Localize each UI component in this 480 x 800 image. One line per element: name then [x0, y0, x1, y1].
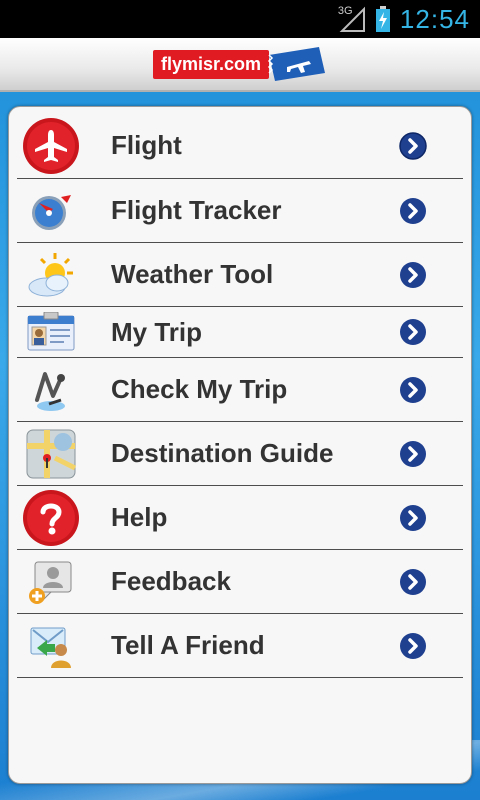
airplane-icon: [21, 116, 81, 176]
menu-item-help[interactable]: Help: [17, 486, 463, 550]
flymisr-logo: flymisr.com: [152, 45, 327, 83]
compass-icon: [21, 181, 81, 241]
ticket-plane-icon: [267, 47, 326, 81]
menu-item-label: Flight Tracker: [111, 195, 282, 225]
route-pin-icon: [21, 360, 81, 420]
chevron-right-icon[interactable]: [399, 261, 427, 289]
menu-item-flight[interactable]: Flight: [17, 113, 463, 179]
app-header: flymisr.com: [0, 38, 480, 92]
id-card-icon: [21, 307, 81, 358]
main-menu: Flight Flight Tracker Weather Tool My Tr…: [8, 106, 472, 784]
status-bar: 3G 12:54: [0, 0, 480, 38]
clock: 12:54: [399, 3, 470, 34]
menu-item-check-my-trip[interactable]: Check My Trip: [17, 358, 463, 422]
menu-item-label: Flight: [111, 130, 182, 160]
chevron-right-icon[interactable]: [399, 318, 427, 346]
weather-icon: [21, 245, 81, 305]
battery-icon: [375, 6, 390, 32]
menu-item-flight-tracker[interactable]: Flight Tracker: [17, 179, 463, 243]
logo-text: flymisr.com: [152, 49, 270, 79]
chevron-right-icon[interactable]: [399, 376, 427, 404]
network-type: 3G: [337, 5, 353, 17]
feedback-icon: [21, 552, 81, 612]
menu-item-weather-tool[interactable]: Weather Tool: [17, 243, 463, 307]
menu-item-label: Tell A Friend: [111, 630, 265, 660]
menu-item-feedback[interactable]: Feedback: [17, 550, 463, 614]
help-icon: [21, 488, 81, 548]
menu-item-label: Check My Trip: [111, 374, 288, 404]
menu-item-label: Help: [111, 502, 168, 532]
chevron-right-icon[interactable]: [399, 197, 427, 225]
map-icon: [21, 424, 81, 484]
menu-item-destination-guide[interactable]: Destination Guide: [17, 422, 463, 486]
menu-item-tell-a-friend[interactable]: Tell A Friend: [17, 614, 463, 678]
signal-icon: 3G: [338, 5, 366, 33]
menu-item-label: Destination Guide: [111, 438, 334, 468]
menu-item-label: Weather Tool: [111, 259, 274, 289]
chevron-right-icon[interactable]: [399, 131, 427, 160]
tell-friend-icon: [21, 616, 81, 676]
chevron-right-icon[interactable]: [399, 440, 427, 468]
chevron-right-icon[interactable]: [399, 504, 427, 532]
chevron-right-icon[interactable]: [399, 632, 427, 660]
chevron-right-icon[interactable]: [399, 568, 427, 596]
menu-item-label: Feedback: [111, 566, 231, 596]
menu-item-label: My Trip: [111, 316, 203, 347]
menu-item-my-trip[interactable]: My Trip: [17, 307, 463, 358]
